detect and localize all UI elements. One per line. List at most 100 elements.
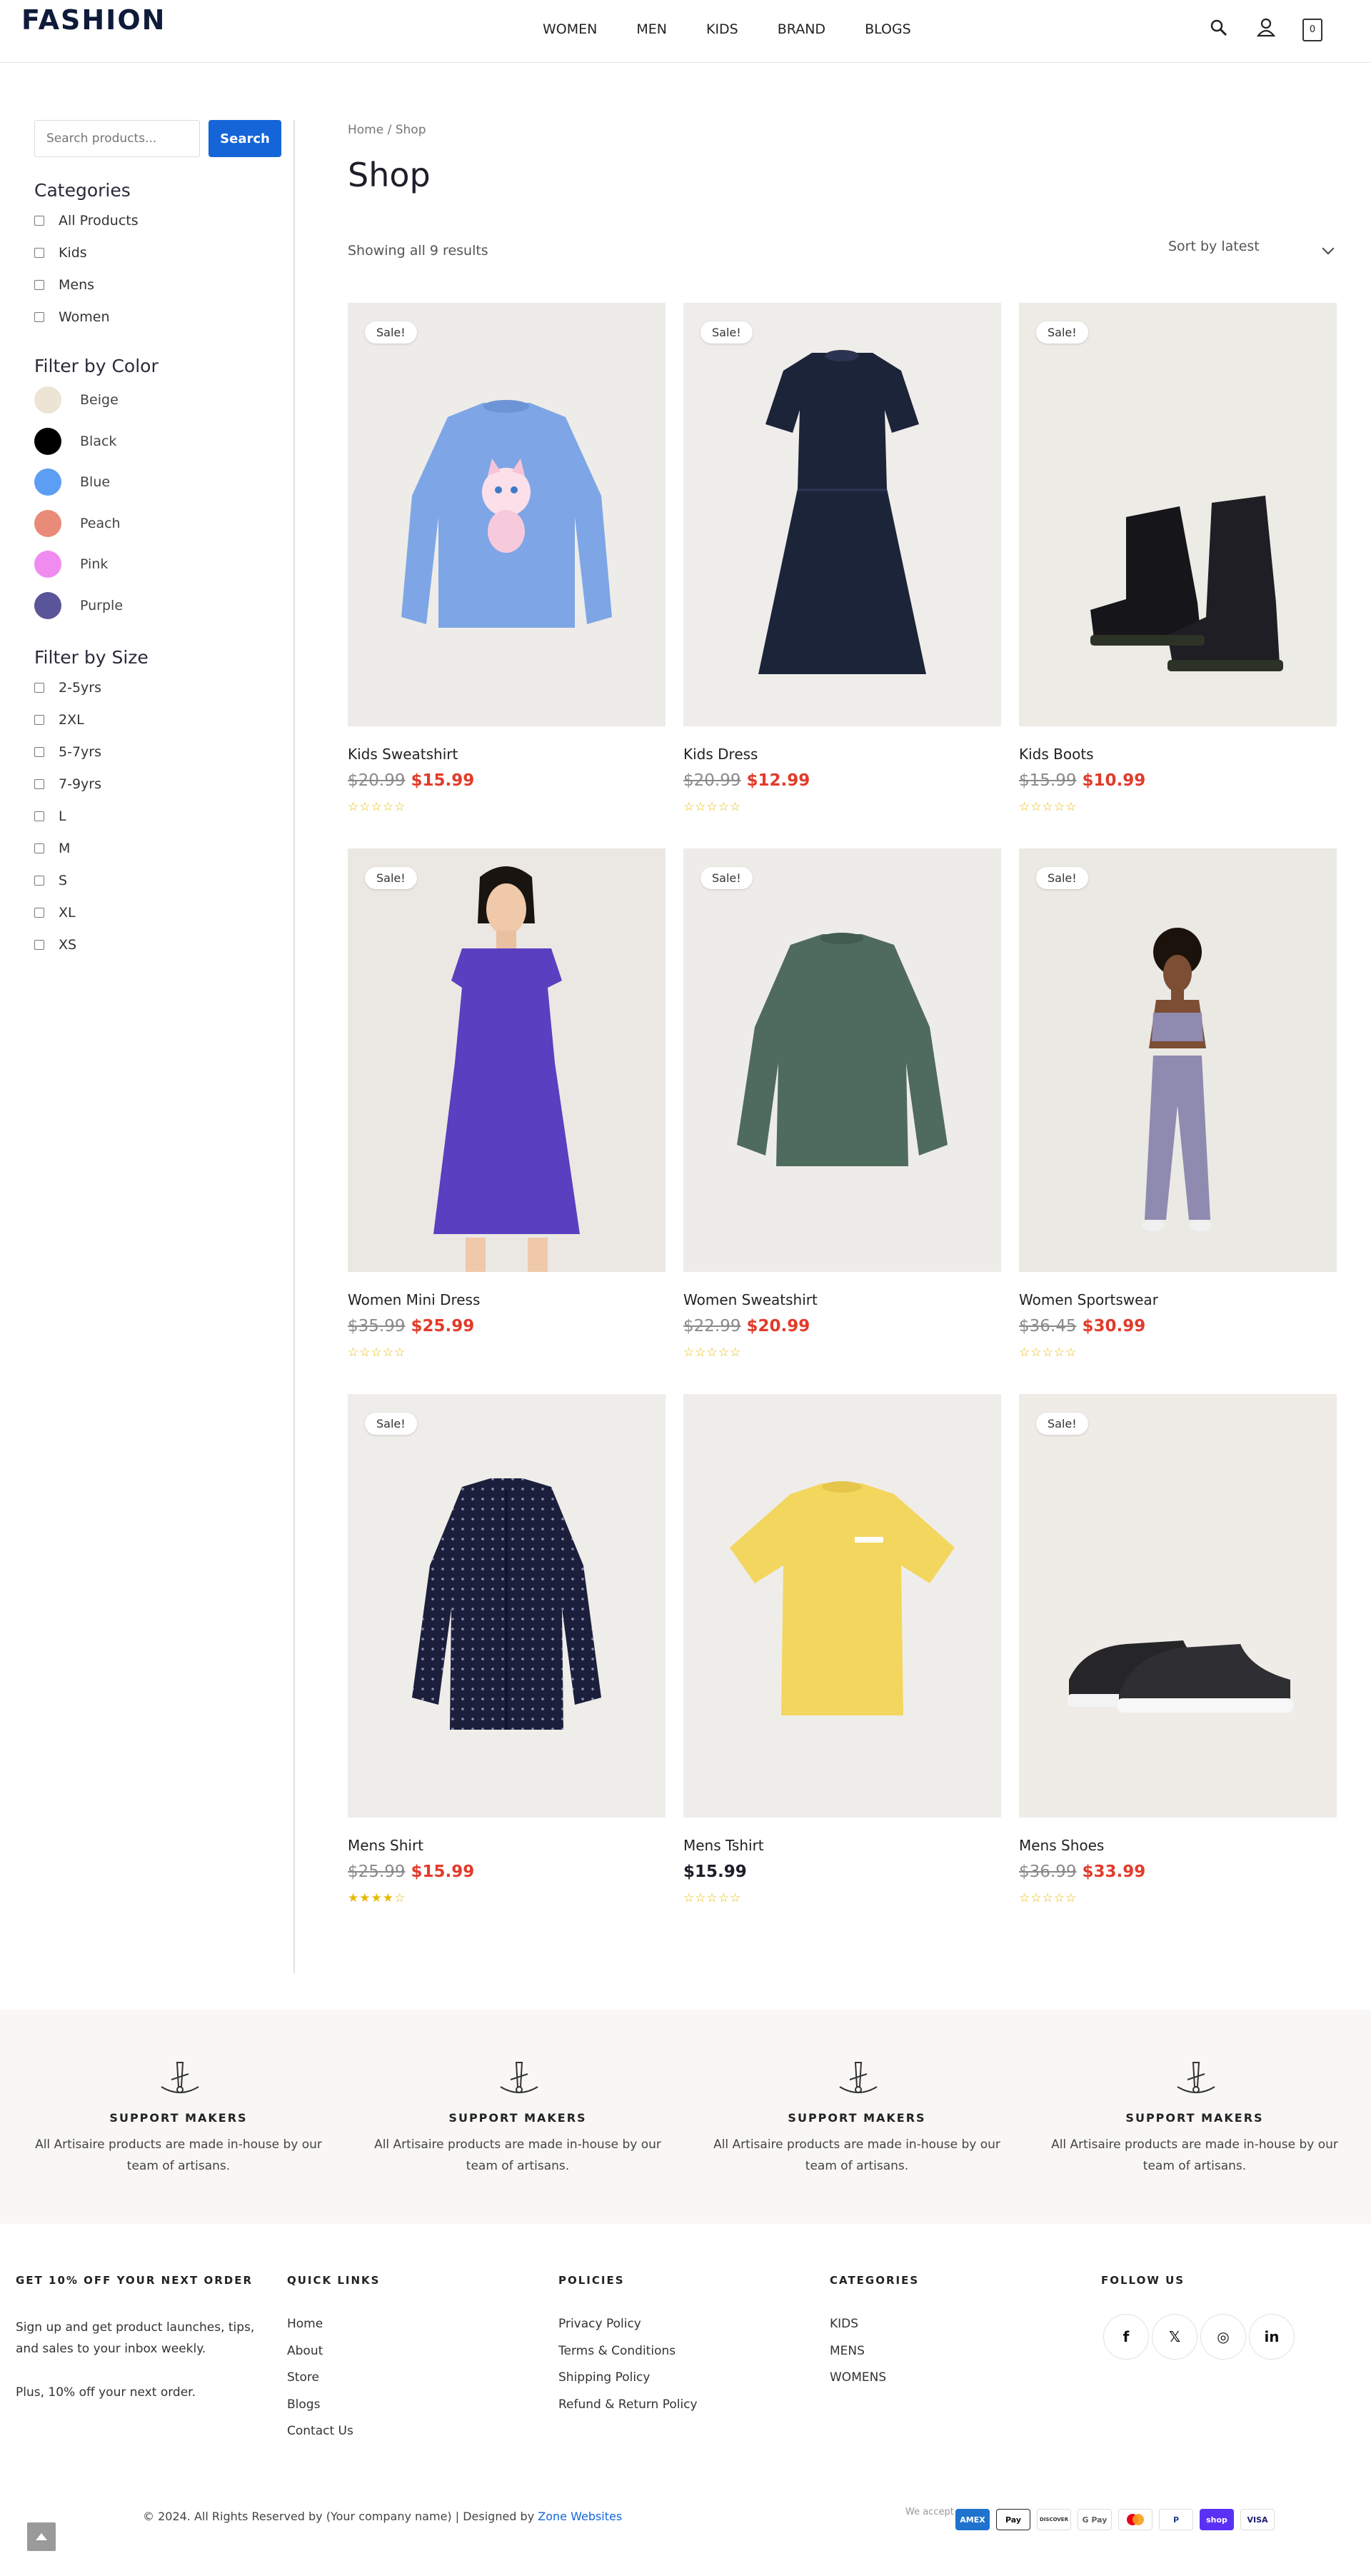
product-image[interactable]: Sale! xyxy=(1019,303,1337,726)
color-swatch[interactable] xyxy=(34,509,61,537)
product-card[interactable]: Sale! Mens Shoes $36.99 $33.99 ☆☆☆☆☆ xyxy=(1019,1394,1337,1908)
product-name[interactable]: Kids Boots xyxy=(1019,746,1094,763)
footer-link-blogs[interactable]: Blogs xyxy=(287,2397,320,2412)
product-name[interactable]: Kids Dress xyxy=(683,746,758,763)
product-name[interactable]: Mens Shoes xyxy=(1019,1837,1104,1854)
color-filter-blue[interactable]: Blue xyxy=(34,468,110,496)
product-image[interactable] xyxy=(683,1394,1001,1818)
product-image[interactable]: Sale! xyxy=(683,848,1001,1272)
color-filter-pink[interactable]: Pink xyxy=(34,551,108,578)
color-swatch[interactable] xyxy=(34,468,61,496)
checkbox[interactable] xyxy=(34,908,44,918)
footer-link-store[interactable]: Store xyxy=(287,2370,319,2385)
category-filter-kids[interactable]: Kids xyxy=(34,245,87,261)
footer-link-about[interactable]: About xyxy=(287,2344,323,2358)
size-filter-2-5yrs[interactable]: 2-5yrs xyxy=(34,680,101,696)
size-filter-xs[interactable]: XS xyxy=(34,937,76,953)
search-button[interactable]: Search xyxy=(209,120,281,157)
filter-label: Women xyxy=(59,309,110,325)
nav-women[interactable]: WOMEN xyxy=(543,21,597,37)
policy-link-privacy-policy[interactable]: Privacy Policy xyxy=(558,2317,641,2331)
checkbox[interactable] xyxy=(34,715,44,725)
size-filter-2xl[interactable]: 2XL xyxy=(34,712,84,728)
product-card[interactable]: Sale! Mens Shirt $25.99 $15.99 ★★★★☆ xyxy=(348,1394,666,1908)
product-name[interactable]: Mens Tshirt xyxy=(683,1837,764,1854)
nav-men[interactable]: MEN xyxy=(636,21,667,37)
footer-category-link-mens[interactable]: MENS xyxy=(830,2344,865,2358)
checkbox[interactable] xyxy=(34,248,44,258)
product-name[interactable]: Women Mini Dress xyxy=(348,1291,480,1308)
size-filter-l[interactable]: L xyxy=(34,808,66,824)
color-filter-peach[interactable]: Peach xyxy=(34,509,121,537)
size-filter-s[interactable]: S xyxy=(34,873,67,888)
checkbox[interactable] xyxy=(34,779,44,789)
category-filter-women[interactable]: Women xyxy=(34,309,110,325)
size-filter-5-7yrs[interactable]: 5-7yrs xyxy=(34,744,101,760)
product-name[interactable]: Mens Shirt xyxy=(348,1837,423,1854)
product-image[interactable]: Sale! xyxy=(348,303,666,726)
color-filter-beige[interactable]: Beige xyxy=(34,386,119,414)
nav-brand[interactable]: BRAND xyxy=(778,21,825,37)
checkbox[interactable] xyxy=(34,683,44,693)
product-card[interactable]: Sale! Women Sweatshirt $22.99 $20.99 ☆☆☆☆☆ xyxy=(683,848,1001,1363)
checkbox[interactable] xyxy=(34,940,44,950)
product-card[interactable]: Sale! Kids Boots $15.99 $10.99 ☆☆☆☆☆ xyxy=(1019,303,1337,817)
linkedin-icon[interactable]: in xyxy=(1249,2314,1295,2360)
product-card[interactable]: Mens Tshirt $15.99 ☆☆☆☆☆ xyxy=(683,1394,1001,1908)
policy-link-terms-conditions[interactable]: Terms & Conditions xyxy=(558,2344,676,2358)
instagram-icon[interactable]: ◎ xyxy=(1200,2314,1246,2360)
color-swatch[interactable] xyxy=(34,551,61,578)
color-swatch[interactable] xyxy=(34,427,61,455)
category-filter-all-products[interactable]: All Products xyxy=(34,213,139,229)
checkbox[interactable] xyxy=(34,843,44,853)
footer-link-contact-us[interactable]: Contact Us xyxy=(287,2424,353,2438)
site-logo[interactable]: FASHION xyxy=(21,4,166,36)
sort-select[interactable]: Sort by latest xyxy=(1168,239,1337,263)
product-name[interactable]: Kids Sweatshirt xyxy=(348,746,458,763)
user-icon[interactable] xyxy=(1254,16,1278,40)
product-card[interactable]: Sale! Women Mini Dress $35.99 $25.99 ☆☆☆☆☆ xyxy=(348,848,666,1363)
footer-category-link-womens[interactable]: WOMENS xyxy=(830,2370,886,2385)
policy-link-refund-return-policy[interactable]: Refund & Return Policy xyxy=(558,2397,698,2412)
checkbox[interactable] xyxy=(34,747,44,757)
product-image[interactable]: Sale! xyxy=(348,1394,666,1818)
product-image[interactable]: Sale! xyxy=(348,848,666,1272)
product-card[interactable]: Sale! Women Sportswear $36.45 $30.99 ☆☆☆☆☆ xyxy=(1019,848,1337,1363)
product-name[interactable]: Women Sportswear xyxy=(1019,1291,1158,1308)
color-filter-purple[interactable]: Purple xyxy=(34,591,123,619)
color-swatch[interactable] xyxy=(34,591,61,619)
checkbox[interactable] xyxy=(34,216,44,226)
filter-label: Kids xyxy=(59,245,87,261)
nav-kids[interactable]: KIDS xyxy=(706,21,738,37)
color-swatch[interactable] xyxy=(34,386,61,414)
product-name[interactable]: Women Sweatshirt xyxy=(683,1291,818,1308)
product-card[interactable]: Sale! Kids Sweatshirt $20.99 $15.99 ☆☆☆☆☆ xyxy=(348,303,666,817)
product-card[interactable]: Sale! Kids Dress $20.99 $12.99 ☆☆☆☆☆ xyxy=(683,303,1001,817)
checkbox[interactable] xyxy=(34,811,44,821)
footer-category-link-kids[interactable]: KIDS xyxy=(830,2317,858,2331)
designer-link[interactable]: Zone Websites xyxy=(538,2510,622,2523)
product-image[interactable]: Sale! xyxy=(1019,848,1337,1272)
facebook-icon[interactable]: f xyxy=(1103,2314,1149,2360)
policy-link-shipping-policy[interactable]: Shipping Policy xyxy=(558,2370,650,2385)
checkbox[interactable] xyxy=(34,280,44,290)
search-icon[interactable] xyxy=(1207,16,1231,40)
product-image[interactable]: Sale! xyxy=(1019,1394,1337,1818)
back-to-top-button[interactable] xyxy=(27,2522,56,2551)
color-filter-black[interactable]: Black xyxy=(34,427,116,455)
x-icon[interactable]: 𝕏 xyxy=(1152,2314,1197,2360)
footer-link-home[interactable]: Home xyxy=(287,2317,323,2331)
category-filter-mens[interactable]: Mens xyxy=(34,277,94,293)
breadcrumb[interactable]: Home / Shop xyxy=(348,123,426,137)
size-filter-m[interactable]: M xyxy=(34,841,70,856)
cart-icon[interactable]: 0 xyxy=(1302,19,1322,41)
search-input[interactable] xyxy=(34,120,200,157)
size-filter-xl[interactable]: XL xyxy=(34,905,76,921)
original-price: $35.99 xyxy=(348,1317,406,1335)
checkbox[interactable] xyxy=(34,312,44,322)
product-image[interactable]: Sale! xyxy=(683,303,1001,726)
support-makers-icon xyxy=(835,2058,881,2098)
checkbox[interactable] xyxy=(34,876,44,886)
size-filter-7-9yrs[interactable]: 7-9yrs xyxy=(34,776,101,792)
nav-blogs[interactable]: BLOGS xyxy=(865,21,911,37)
